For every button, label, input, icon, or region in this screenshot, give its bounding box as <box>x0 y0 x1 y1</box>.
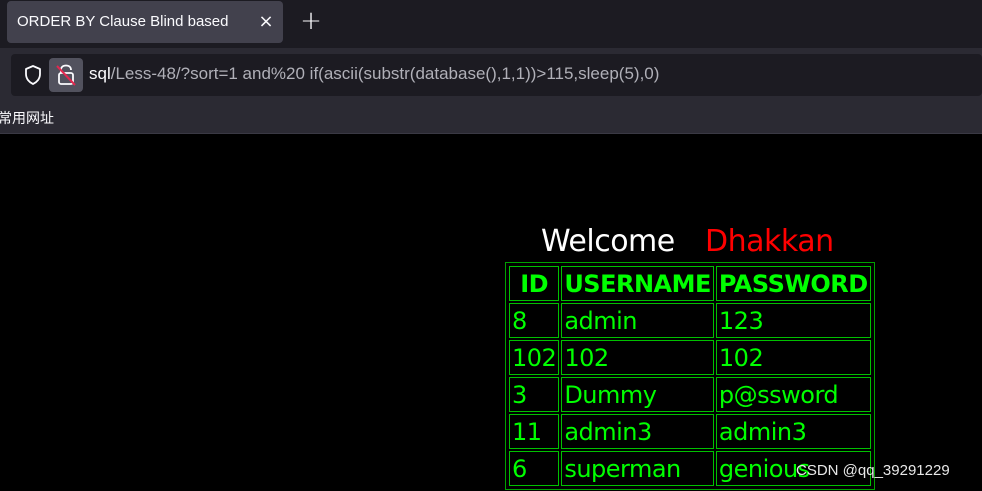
column-header-id: ID <box>509 266 560 301</box>
nav-bar: sql/Less-48/?sort=1 and%20 if(ascii(subs… <box>0 48 982 102</box>
cell-username: admin <box>561 303 714 338</box>
cell-password: admin3 <box>715 414 871 449</box>
table-row: 8 admin 123 <box>509 303 871 338</box>
watermark: CSDN @qq_39291229 <box>796 462 950 479</box>
cell-password: 102 <box>715 340 871 375</box>
cell-password: p@ssword <box>715 377 871 412</box>
column-header-username: USERNAME <box>561 266 714 301</box>
cell-username: superman <box>561 451 714 486</box>
active-tab[interactable]: ORDER BY Clause Blind based × <box>7 1 283 43</box>
shield-icon[interactable] <box>21 63 45 87</box>
cell-id: 6 <box>509 451 560 486</box>
cell-username: Dummy <box>561 377 714 412</box>
table-row: 11 admin3 admin3 <box>509 414 871 449</box>
tab-strip: ORDER BY Clause Blind based × + <box>0 0 982 48</box>
cell-id: 3 <box>509 377 560 412</box>
cell-username: 102 <box>561 340 714 375</box>
url-text[interactable]: sql/Less-48/?sort=1 and%20 if(ascii(subs… <box>89 64 659 84</box>
bookmark-item[interactable]: 常用网址 <box>0 108 54 128</box>
table-header-row: ID USERNAME PASSWORD <box>509 266 871 301</box>
insecure-lock-icon[interactable] <box>49 58 83 92</box>
tab-title: ORDER BY Clause Blind based <box>17 13 229 30</box>
table-row: 3 Dummy p@ssword <box>509 377 871 412</box>
results-table: ID USERNAME PASSWORD 8 admin 123 102 102… <box>505 262 875 490</box>
table-row: 102 102 102 <box>509 340 871 375</box>
welcome-text: Welcome <box>541 224 675 259</box>
url-bar[interactable]: sql/Less-48/?sort=1 and%20 if(ascii(subs… <box>11 54 982 96</box>
cell-id: 8 <box>509 303 560 338</box>
user-name: Dhakkan <box>705 224 834 259</box>
close-icon[interactable]: × <box>254 10 278 34</box>
url-path: /Less-48/?sort=1 and%20 if(ascii(substr(… <box>110 64 660 83</box>
url-host: sql <box>89 64 111 83</box>
bookmarks-bar: 常用网址 <box>0 102 982 134</box>
cell-password: 123 <box>715 303 871 338</box>
column-header-password: PASSWORD <box>715 266 871 301</box>
cell-username: admin3 <box>561 414 714 449</box>
plus-icon[interactable]: + <box>298 8 324 35</box>
cell-id: 11 <box>509 414 560 449</box>
cell-id: 102 <box>509 340 560 375</box>
